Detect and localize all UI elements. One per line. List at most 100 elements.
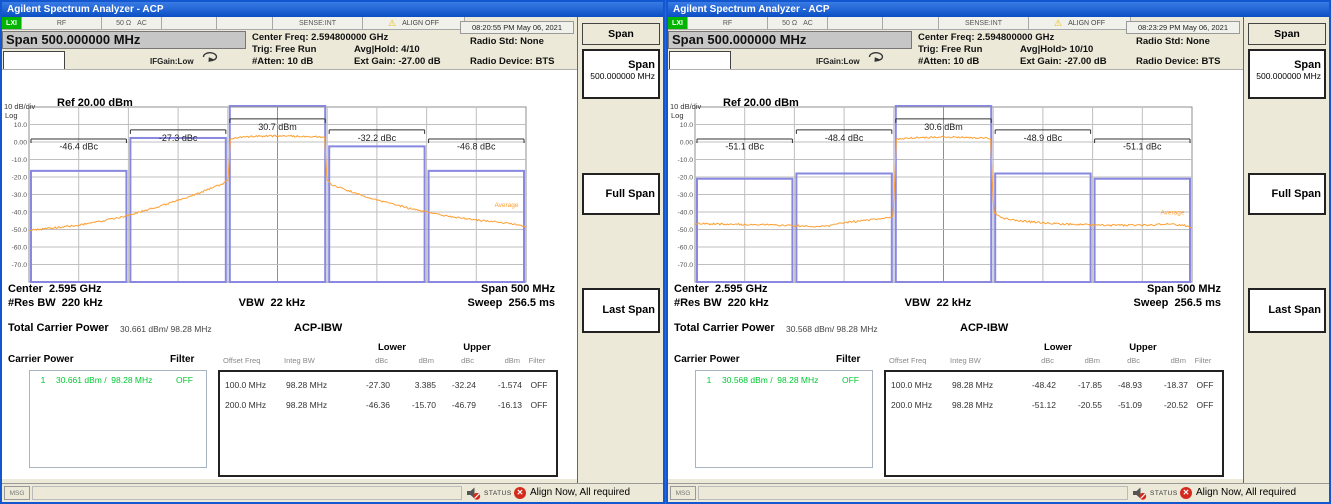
lxi-indicator: LXI [2, 17, 22, 30]
offset-row: 200.0 MHz 98.28 MHz -51.12 -20.55 -51.09… [886, 395, 1222, 415]
filter-state: OFF [1188, 400, 1222, 410]
lower-dbc-value: -46.36 [352, 400, 390, 410]
carrier-index: 1 [30, 375, 56, 385]
message-area [32, 486, 462, 500]
impedance-label: 50 Ω [782, 20, 797, 27]
y-axis-tick-label: -60.0 [678, 245, 694, 252]
center-freq-readout: Center Freq: 2.594800000 GHz [918, 32, 1054, 43]
measurement-annotation: -48.4 dBc [825, 133, 864, 143]
message-bar: MSG STATUS ✕ Align Now, All required [2, 483, 663, 502]
ifgain-label: IFGain:Low [150, 57, 194, 66]
upper-dbc-value: -48.93 [1102, 380, 1142, 390]
lower-group-header: Lower [1016, 342, 1100, 353]
dual-analyzer-screens: Agilent Spectrum Analyzer - ACP LXI RF 5… [0, 0, 1331, 504]
carrier-value: 30.661 dBm / 98.28 MHz [56, 375, 176, 385]
message-bar: MSG STATUS ✕ Align Now, All required [668, 483, 1329, 502]
message-area [698, 486, 1128, 500]
y-axis-tick-label: -10.0 [12, 157, 28, 164]
trace-label: Average [1160, 210, 1184, 217]
lower-dbm-value: 3.385 [390, 380, 436, 390]
full-span-button[interactable]: Full Span [1248, 173, 1326, 215]
ref-level-label: Ref 20.00 dBm [57, 97, 133, 109]
carrier-filter-header: Filter [170, 354, 194, 365]
integ-bw-value: 98.28 MHz [284, 400, 352, 410]
span-entry-field[interactable] [3, 51, 65, 70]
y-axis-tick-label: 10.0 [14, 122, 27, 129]
span-entry-field[interactable] [669, 51, 731, 70]
full-span-button[interactable]: Full Span [582, 173, 660, 215]
span-button[interactable]: Span 500.000000 MHz [582, 49, 660, 99]
ac-coupling-label: AC [803, 20, 813, 27]
lower-dbc-value: -48.42 [1018, 380, 1056, 390]
col-filter: Filter [1186, 356, 1220, 365]
datetime-display: 08:23:29 PM May 06, 2021 [1126, 21, 1240, 34]
span-button[interactable]: Span 500.000000 MHz [1248, 49, 1326, 99]
avg-hold-readout: Avg|Hold> 10/10 [1020, 44, 1093, 55]
lower-dbm-value: -20.55 [1056, 400, 1102, 410]
warning-icon: ⚠ [388, 19, 396, 28]
lower-group-header: Lower [350, 342, 434, 353]
upper-dbc-value: -46.79 [436, 400, 476, 410]
last-span-button[interactable]: Last Span [1248, 288, 1326, 333]
status-label: STATUS [484, 490, 512, 497]
analyzer-window: Agilent Spectrum Analyzer - ACP LXI RF 5… [666, 0, 1331, 504]
col-upper-dbc: dBc [1100, 356, 1140, 365]
offset-freq-value: 100.0 MHz [220, 380, 284, 390]
softkey-menu: Span Span 500.000000 MHz Full Span Last … [577, 17, 663, 483]
radio-device-readout: Radio Device: BTS [1136, 56, 1220, 67]
spectrum-plot: 10.00.00-10.0-20.0-30.0-40.0-50.0-60.0-7… [3, 105, 529, 283]
measurement-annotation: -46.8 dBc [457, 142, 496, 152]
msg-indicator: MSG [4, 486, 30, 500]
y-axis-tick-label: -30.0 [678, 192, 694, 199]
last-span-button[interactable]: Last Span [582, 288, 660, 333]
vbw-footer: VBW 22 kHz [878, 297, 998, 309]
offset-table-header: Offset Freq Integ BW dBc dBm dBc dBm Fil… [884, 356, 1220, 365]
status-cell-empty [828, 17, 883, 30]
status-cell-empty [162, 17, 217, 30]
integ-bw-value: 98.28 MHz [950, 380, 1018, 390]
impedance-label: 50 Ω [116, 20, 131, 27]
speaker-mute-icon [466, 486, 481, 504]
sweep-footer: Sweep 256.5 ms [422, 297, 555, 309]
ifgain-label: IFGain:Low [816, 57, 860, 66]
offset-row: 100.0 MHz 98.28 MHz -27.30 3.385 -32.24 … [220, 375, 556, 395]
measurement-mode-label: ACP-IBW [960, 322, 1008, 334]
y-axis-tick-label: 0.00 [680, 140, 693, 147]
log-scale-label: Log [671, 111, 684, 120]
upper-dbm-value: -20.52 [1142, 400, 1188, 410]
y-axis-tick-label: -40.0 [12, 210, 28, 217]
filter-state: OFF [522, 380, 556, 390]
y-axis-tick-label: -20.0 [12, 175, 28, 182]
offset-table-header: Offset Freq Integ BW dBc dBm dBc dBm Fil… [218, 356, 554, 365]
offset-freq-value: 200.0 MHz [220, 400, 284, 410]
speaker-mute-icon [1132, 486, 1147, 504]
carrier-power-row: 1 30.661 dBm / 98.28 MHz OFF [30, 375, 206, 385]
total-carrier-power-value: 30.568 dBm/ 98.28 MHz [786, 324, 878, 334]
integ-bw-value: 98.28 MHz [950, 400, 1018, 410]
y-axis-tick-label: -70.0 [12, 262, 28, 269]
offset-table: 100.0 MHz 98.28 MHz -27.30 3.385 -32.24 … [218, 370, 558, 477]
carrier-filter-header: Filter [836, 354, 860, 365]
y-axis-tick-label: -50.0 [12, 227, 28, 234]
scale-per-div-label: 10 dB/div [670, 102, 701, 111]
coupling-indicator: 50 Ω AC [102, 17, 162, 30]
col-upper-dbc: dBc [434, 356, 474, 365]
center-freq-footer: Center 2.595 GHz [674, 283, 768, 295]
y-axis-tick-label: -10.0 [678, 157, 694, 164]
y-axis-tick-label: 0.00 [14, 140, 27, 147]
y-axis-tick-label: -70.0 [678, 262, 694, 269]
carrier-power-header: Carrier Power [8, 354, 74, 365]
col-lower-dbc: dBc [1016, 356, 1054, 365]
avg-hold-readout: Avg|Hold: 4/10 [354, 44, 420, 55]
y-axis-tick-label: -50.0 [678, 227, 694, 234]
span-footer: Span 500 MHz [422, 283, 555, 295]
sense-indicator: SENSE:INT [939, 17, 1029, 30]
offset-row: 200.0 MHz 98.28 MHz -46.36 -15.70 -46.79… [220, 395, 556, 415]
scale-per-div-label: 10 dB/div [4, 102, 35, 111]
analyzer-window: Agilent Spectrum Analyzer - ACP LXI RF 5… [0, 0, 665, 504]
col-integ-bw: Integ BW [948, 356, 1016, 365]
align-off-label: ALIGN OFF [402, 20, 439, 27]
col-integ-bw: Integ BW [282, 356, 350, 365]
rf-input-indicator: RF [688, 17, 768, 30]
upper-group-header: Upper [434, 342, 520, 353]
